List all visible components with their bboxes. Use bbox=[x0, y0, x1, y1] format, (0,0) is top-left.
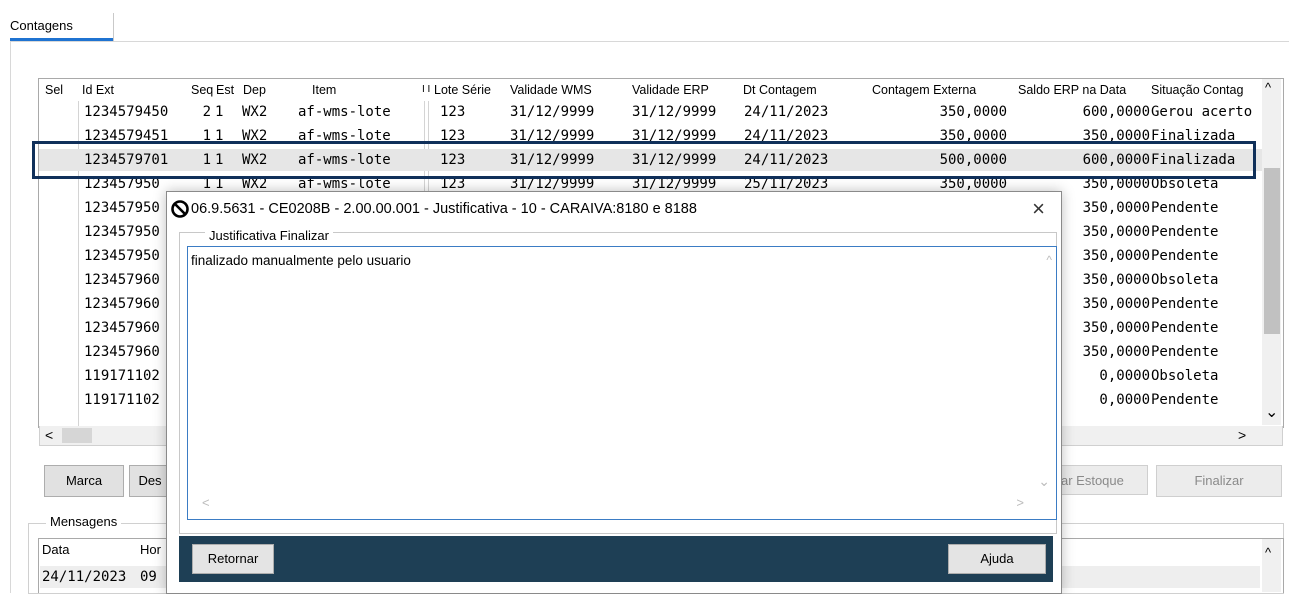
col-header-id-ext[interactable]: Id Ext bbox=[82, 79, 114, 101]
col-header-seq[interactable]: Seq bbox=[191, 79, 213, 101]
col-header-est[interactable]: Est bbox=[216, 79, 234, 101]
col-header-lote[interactable]: Lote Série bbox=[434, 79, 491, 101]
scroll-right-icon[interactable]: > bbox=[1016, 495, 1024, 510]
cell-saldo-erp: 600,0000 bbox=[1082, 104, 1150, 120]
scroll-up-icon[interactable]: ^ bbox=[1046, 253, 1052, 267]
cell-situacao: Obsoleta bbox=[1151, 272, 1219, 288]
close-icon[interactable]: × bbox=[1032, 192, 1045, 226]
table-row[interactable]: 1234579450 2 1 WX2 af-wms-lote 123 31/12/9999 3… bbox=[39, 101, 1265, 123]
scroll-down-icon[interactable]: ⌄ bbox=[1038, 473, 1050, 490]
cell-est: 1 bbox=[215, 104, 224, 120]
ajuda-button[interactable]: Ajuda bbox=[948, 544, 1046, 574]
cell-dt-contagem: 24/11/2023 bbox=[744, 104, 829, 120]
col-header-contagem-externa[interactable]: Contagem Externa bbox=[872, 79, 976, 101]
tab-separator bbox=[113, 13, 114, 41]
cell-situacao: Pendente bbox=[1151, 320, 1219, 336]
selected-row-highlight bbox=[32, 141, 1256, 179]
retornar-button[interactable]: Retornar bbox=[192, 544, 274, 574]
col-header-dep[interactable]: Dep bbox=[243, 79, 266, 101]
tab-contagens[interactable]: Contagens bbox=[10, 18, 73, 37]
messages-title: Mensagens bbox=[46, 514, 122, 529]
cell-item: af-wms-lote bbox=[298, 104, 391, 120]
scroll-up-icon[interactable]: ^ bbox=[1265, 545, 1271, 560]
justificativa-text: finalizado manualmente pelo usuario bbox=[191, 253, 411, 268]
desmarca-button[interactable]: Des bbox=[129, 465, 171, 497]
messages-col-hora[interactable]: Hor bbox=[140, 542, 161, 557]
cell-situacao: Gerou acerto bbox=[1151, 104, 1253, 120]
col-header-situacao[interactable]: Situação Contag bbox=[1151, 79, 1243, 101]
cell-situacao: Pendente bbox=[1151, 344, 1219, 360]
grid-horizontal-scroll-thumb[interactable] bbox=[62, 428, 92, 443]
cell-situacao: Pendente bbox=[1151, 200, 1219, 216]
justificativa-group-title: Justificativa Finalizar bbox=[205, 228, 333, 243]
dialog-footer: Retornar Ajuda bbox=[179, 536, 1053, 582]
finalizar-button[interactable]: Finalizar bbox=[1156, 465, 1282, 497]
col-header-ii[interactable]: I I bbox=[422, 79, 430, 101]
col-header-item[interactable]: Item bbox=[312, 79, 336, 101]
cell-situacao: Pendente bbox=[1151, 296, 1219, 312]
cell-contagem-externa: 350,0000 bbox=[939, 104, 1007, 120]
scroll-right-icon[interactable]: > bbox=[1238, 427, 1246, 443]
cell-validade-erp: 31/12/9999 bbox=[632, 104, 717, 120]
justificativa-textarea[interactable]: finalizado manualmente pelo usuario ^ ⌄ … bbox=[187, 246, 1057, 520]
marca-button[interactable]: Marca bbox=[44, 465, 124, 497]
cell-situacao: Pendente bbox=[1151, 392, 1219, 408]
scroll-left-icon[interactable]: < bbox=[202, 495, 210, 510]
cell-lote: 123 bbox=[440, 104, 466, 120]
scroll-up-icon[interactable]: ^ bbox=[1265, 80, 1271, 95]
messages-row-date: 24/11/2023 bbox=[42, 569, 127, 585]
scroll-left-icon[interactable]: < bbox=[45, 427, 53, 443]
dialog-title: 06.9.5631 - CE0208B - 2.00.00.001 - Just… bbox=[191, 201, 697, 217]
cell-validade-wms: 31/12/9999 bbox=[510, 104, 595, 120]
cell-situacao: Pendente bbox=[1151, 224, 1219, 240]
cell-dep: WX2 bbox=[242, 104, 268, 120]
cell-situacao: Obsoleta bbox=[1151, 368, 1219, 384]
scroll-down-icon[interactable]: ⌄ bbox=[1265, 402, 1278, 422]
cell-seq: 2 bbox=[202, 104, 211, 120]
app-logo-icon bbox=[171, 200, 189, 221]
col-header-validade-wms[interactable]: Validade WMS bbox=[510, 79, 592, 101]
col-header-sel[interactable]: Sel bbox=[45, 79, 63, 101]
messages-row-time: 09 bbox=[140, 569, 157, 585]
cell-situacao: Pendente bbox=[1151, 248, 1219, 264]
col-header-saldo-erp[interactable]: Saldo ERP na Data bbox=[1018, 79, 1126, 101]
messages-col-data[interactable]: Data bbox=[42, 542, 69, 557]
estoque-button[interactable]: ar Estoque bbox=[1048, 465, 1148, 495]
grid-vertical-scroll-thumb[interactable] bbox=[1264, 168, 1280, 334]
col-header-dt-contagem[interactable]: Dt Contagem bbox=[743, 79, 817, 101]
col-header-validade-erp[interactable]: Validade ERP bbox=[632, 79, 709, 101]
justificativa-dialog[interactable]: 06.9.5631 - CE0208B - 2.00.00.001 - Just… bbox=[166, 191, 1062, 594]
